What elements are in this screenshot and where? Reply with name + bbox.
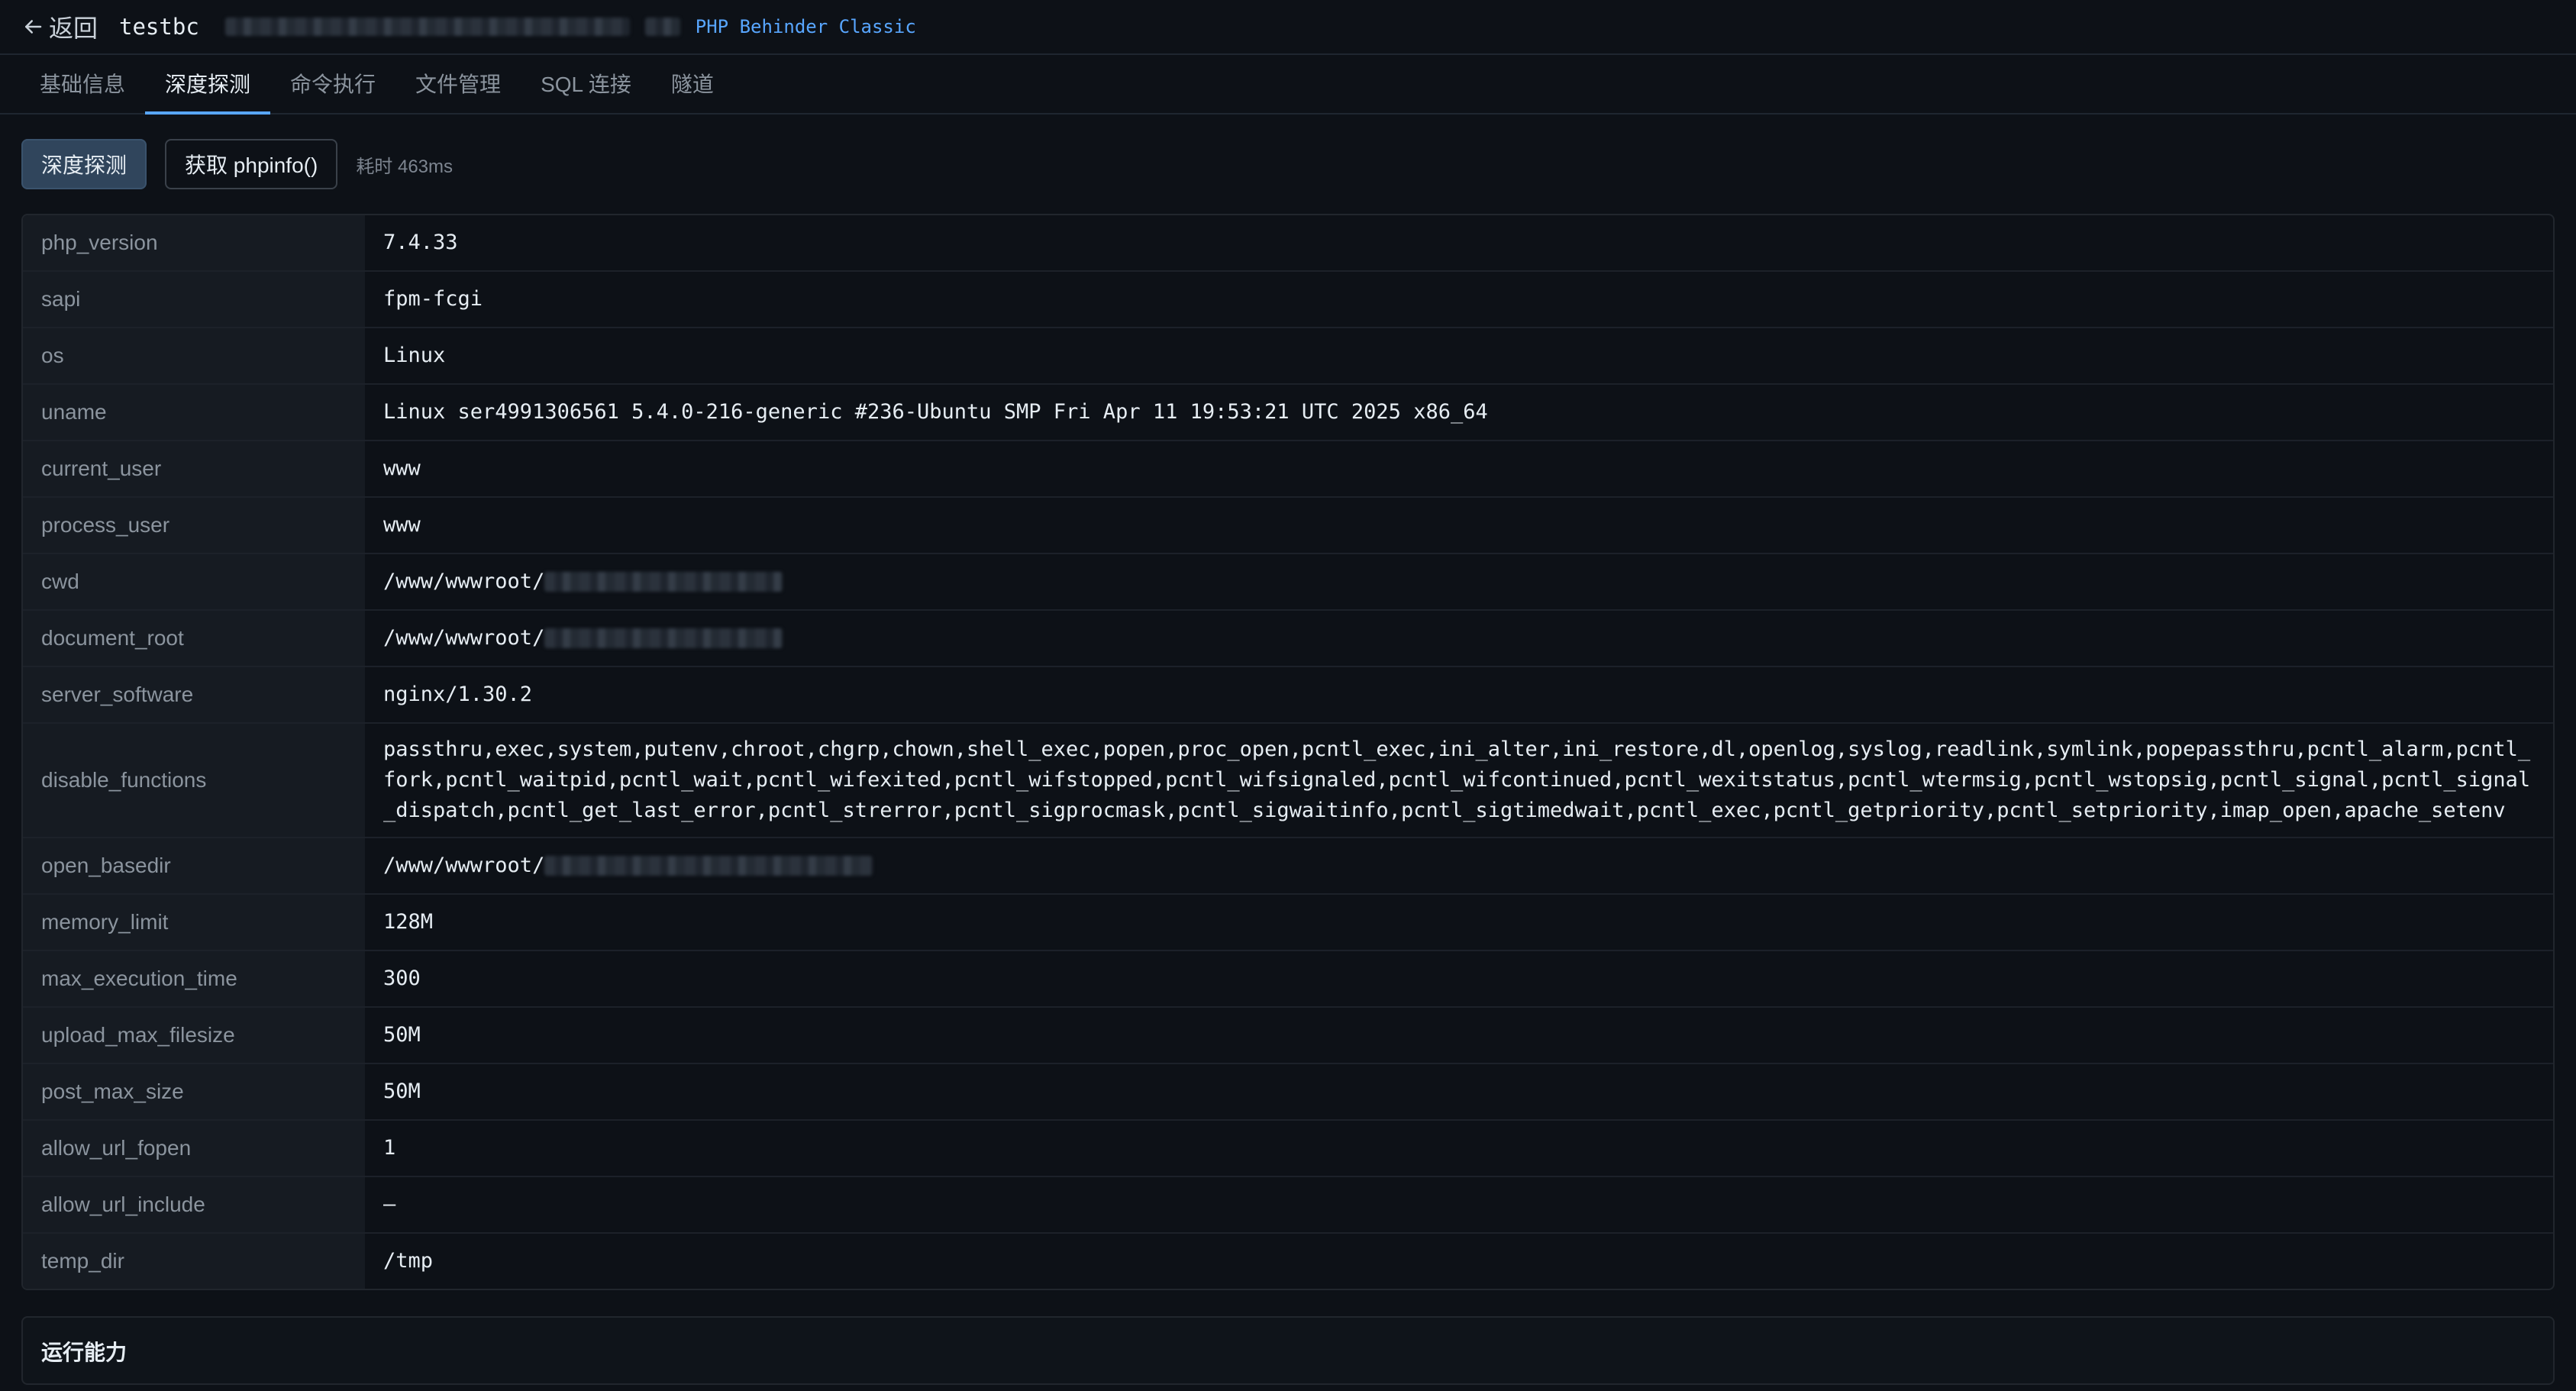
row-value: /www/wwwroot/ — [365, 838, 2553, 893]
row-value: – — [383, 1193, 396, 1216]
table-row: allow_url_fopen 1 — [23, 1121, 2553, 1177]
section-title: 运行能力 — [41, 1341, 128, 1364]
protocol-label: PHP Behinder Classic — [695, 16, 916, 37]
row-value: 50M — [383, 1080, 421, 1103]
top-bar: 返回 testbc PHP Behinder Classic — [0, 0, 2576, 55]
tab-tunnel[interactable]: 隧道 — [651, 55, 734, 115]
row-value: 1 — [383, 1136, 396, 1160]
row-value: 7.4.33 — [383, 231, 458, 254]
table-row: sapi fpm-fcgi — [23, 272, 2553, 328]
row-key: php_version — [23, 215, 365, 270]
table-row: memory_limit 128M — [23, 895, 2553, 951]
table-row: server_software nginx/1.30.2 — [23, 667, 2553, 724]
capabilities-section: 运行能力 — [21, 1316, 2555, 1385]
row-key: allow_url_fopen — [23, 1121, 365, 1176]
row-value: nginx/1.30.2 — [383, 683, 533, 706]
row-key: allow_url_include — [23, 1177, 365, 1232]
redacted-path — [544, 572, 783, 592]
row-value: 300 — [383, 967, 421, 990]
row-key: disable_functions — [23, 724, 365, 837]
redacted-url — [224, 18, 630, 36]
row-key: cwd — [23, 554, 365, 609]
get-phpinfo-button[interactable]: 获取 phpinfo() — [165, 139, 338, 189]
row-key: memory_limit — [23, 895, 365, 950]
info-table: php_version 7.4.33 sapi fpm-fcgi os Linu… — [21, 214, 2555, 1290]
back-button[interactable]: 返回 — [21, 9, 98, 44]
table-row: os Linux — [23, 328, 2553, 385]
row-key: document_root — [23, 611, 365, 666]
table-row: max_execution_time 300 — [23, 951, 2553, 1008]
tab-basic-info[interactable]: 基础信息 — [20, 55, 145, 115]
path-text: /www/wwwroot/ — [383, 854, 545, 877]
row-key: current_user — [23, 441, 365, 496]
table-row: document_root /www/wwwroot/ — [23, 611, 2553, 667]
table-row: temp_dir /tmp — [23, 1234, 2553, 1289]
table-row: process_user www — [23, 498, 2553, 554]
table-row: uname Linux ser4991306561 5.4.0-216-gene… — [23, 385, 2553, 441]
row-value: 50M — [383, 1023, 421, 1047]
path-text: /www/wwwroot/ — [383, 626, 545, 650]
row-key: upload_max_filesize — [23, 1008, 365, 1063]
row-value: /www/wwwroot/ — [365, 554, 2553, 609]
back-label: 返回 — [49, 15, 98, 42]
table-row: upload_max_filesize 50M — [23, 1008, 2553, 1064]
tab-deep-probe[interactable]: 深度探测 — [145, 55, 271, 115]
row-key: uname — [23, 385, 365, 440]
row-value: passthru,exec,system,putenv,chroot,chgrp… — [383, 737, 2531, 822]
row-value: 128M — [383, 910, 434, 934]
row-value: www — [383, 457, 421, 480]
arrow-left-icon — [25, 20, 42, 34]
tab-sql-connect[interactable]: SQL 连接 — [521, 55, 651, 115]
table-row: allow_url_include – — [23, 1177, 2553, 1234]
tab-file-manager[interactable]: 文件管理 — [395, 55, 521, 115]
redacted-text — [644, 18, 680, 36]
redacted-path — [544, 856, 873, 876]
tab-bar: 基础信息 深度探测 命令执行 文件管理 SQL 连接 隧道 — [0, 55, 2576, 115]
table-row: disable_functions passthru,exec,system,p… — [23, 724, 2553, 838]
row-value: Linux ser4991306561 5.4.0-216-generic #2… — [383, 400, 1488, 424]
row-value: Linux — [383, 344, 446, 367]
table-row: post_max_size 50M — [23, 1064, 2553, 1121]
row-key: max_execution_time — [23, 951, 365, 1006]
table-row: cwd /www/wwwroot/ — [23, 554, 2553, 611]
row-key: open_basedir — [23, 838, 365, 893]
row-value: /tmp — [383, 1249, 434, 1273]
action-bar: 深度探测 获取 phpinfo() 耗时 463ms — [0, 115, 2576, 214]
elapsed-time: 耗时 463ms — [356, 156, 454, 177]
table-row: open_basedir /www/wwwroot/ — [23, 838, 2553, 895]
row-key: os — [23, 328, 365, 383]
row-key: sapi — [23, 272, 365, 327]
row-value: www — [383, 513, 421, 537]
tab-command-exec[interactable]: 命令执行 — [270, 55, 395, 115]
row-value: /www/wwwroot/ — [365, 611, 2553, 666]
row-key: post_max_size — [23, 1064, 365, 1119]
row-key: temp_dir — [23, 1234, 365, 1289]
table-row: current_user www — [23, 441, 2553, 498]
row-key: process_user — [23, 498, 365, 553]
table-row: php_version 7.4.33 — [23, 215, 2553, 272]
redacted-path — [544, 628, 783, 648]
connection-name: testbc — [119, 14, 199, 40]
deep-probe-button[interactable]: 深度探测 — [21, 139, 147, 189]
row-value: fpm-fcgi — [383, 287, 483, 311]
path-text: /www/wwwroot/ — [383, 570, 545, 593]
row-key: server_software — [23, 667, 365, 722]
